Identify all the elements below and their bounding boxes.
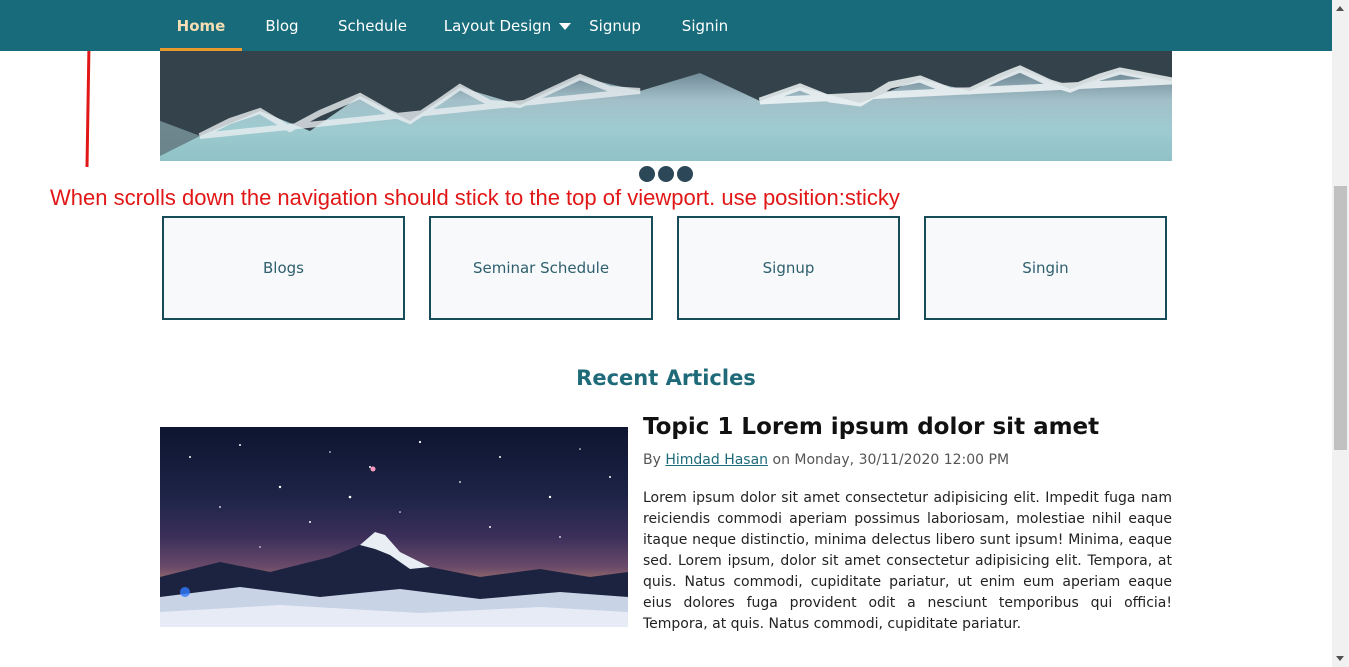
card-label: Seminar Schedule (472, 259, 610, 277)
nav-signin[interactable]: Signin (674, 0, 736, 51)
vertical-scrollbar[interactable] (1332, 0, 1349, 667)
nav-home[interactable]: Home (160, 0, 242, 51)
article-date: on Monday, 30/11/2020 12:00 PM (772, 452, 1010, 468)
card-label: Signup (762, 259, 815, 277)
slider-dot[interactable] (658, 166, 674, 182)
article-title: Topic 1 Lorem ipsum dolor sit amet (643, 414, 1100, 440)
hero-slider-image (160, 51, 1172, 161)
nav-schedule[interactable]: Schedule (330, 0, 415, 51)
scroll-down-icon[interactable] (1336, 656, 1344, 661)
card-label: Singin (1022, 259, 1069, 277)
scrollbar-thumb[interactable] (1334, 186, 1347, 450)
card-seminar-schedule[interactable]: Seminar Schedule (429, 216, 653, 320)
slider-dot[interactable] (639, 166, 655, 182)
nav-blog[interactable]: Blog (252, 0, 312, 51)
article-body: Lorem ipsum dolor sit amet consectetur a… (643, 490, 1172, 632)
annotation-arrow-icon (83, 34, 95, 168)
section-title: Recent Articles (576, 366, 756, 390)
card-blogs[interactable]: Blogs (162, 216, 405, 320)
mountain-reflection-image (160, 51, 1172, 156)
nav-layout-design-label: Layout Design (443, 17, 552, 35)
slider-dot[interactable] (677, 166, 693, 182)
scroll-up-icon[interactable] (1336, 6, 1344, 11)
card-signup[interactable]: Signup (677, 216, 900, 320)
article-image (160, 427, 628, 627)
article-by-label: By (643, 452, 661, 468)
annotation-text: When scrolls down the navigation should … (50, 185, 900, 210)
article-meta: By Himdad Hasan on Monday, 30/11/2020 12… (643, 452, 1009, 468)
nav-layout-design[interactable]: Layout Design (440, 0, 575, 51)
article-author-link[interactable]: Himdad Hasan (665, 452, 768, 468)
nav-signup[interactable]: Signup (582, 0, 648, 51)
mountain-night-image (160, 440, 628, 627)
caret-down-icon (559, 23, 572, 30)
card-label: Blogs (263, 259, 304, 277)
top-navigation: Home Blog Schedule Layout Design Signup … (0, 0, 1332, 51)
card-singin[interactable]: Singin (924, 216, 1167, 320)
